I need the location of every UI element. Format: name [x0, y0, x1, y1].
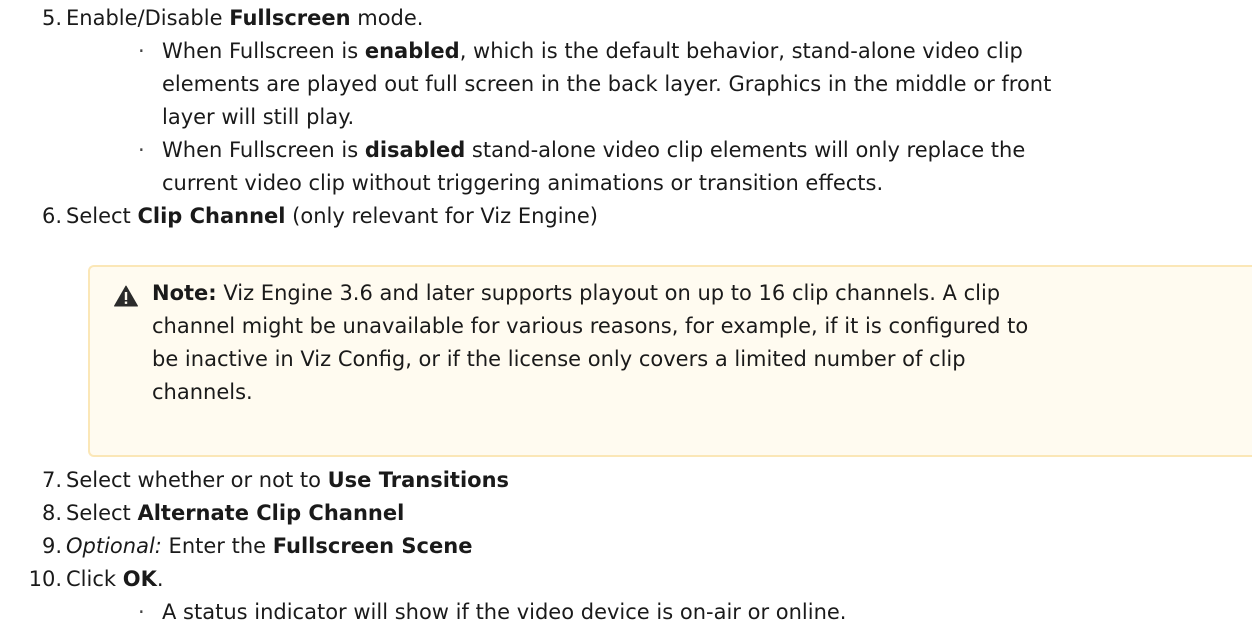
step-5-text: Enable/Disable Fullscreen mode. — [66, 2, 423, 35]
note-text-part: Viz Engine 3.6 and later supports playou… — [216, 281, 1001, 305]
step-number: 8. — [41, 501, 62, 525]
bullet-marker: · — [138, 39, 145, 63]
step-text: Click — [66, 567, 123, 591]
step-keyword: Use Transitions — [327, 468, 510, 492]
bullet-text: When Fullscreen is enabled, which is the… — [162, 35, 1023, 68]
step-7-text: Select whether or not to Use Transitions — [66, 464, 509, 497]
bullet-text: layer will still play. — [162, 105, 355, 129]
bullet-text-part: , which is the default behavior, stand-a… — [459, 39, 1023, 63]
bullet-text-part: When Fullscreen is — [162, 138, 365, 162]
step-number: 6. — [41, 204, 62, 228]
step-number: 10. — [28, 567, 62, 591]
step-6-text: Select Clip Channel (only relevant for V… — [66, 200, 598, 233]
bullet-text-part: When Fullscreen is — [162, 39, 365, 63]
step-text: Select — [66, 204, 138, 228]
step-8-text: Select Alternate Clip Channel — [66, 497, 404, 530]
step-text: . — [156, 567, 164, 591]
step-keyword: OK — [122, 567, 157, 591]
step-9-text: Optional: Enter the Fullscreen Scene — [66, 530, 472, 563]
step-10-text: Click OK. — [66, 563, 164, 596]
bullet-marker: · — [138, 600, 145, 624]
note-text: channels. — [152, 380, 253, 404]
step-keyword: Clip Channel — [137, 204, 286, 228]
step-keyword: Fullscreen Scene — [272, 534, 473, 558]
step-text: (only relevant for Viz Engine) — [285, 204, 598, 228]
note-text: be inactive in Viz Config, or if the lic… — [152, 347, 966, 371]
step-text: mode. — [350, 6, 424, 30]
note-text: Note: Viz Engine 3.6 and later supports … — [152, 277, 1000, 310]
bullet-text: elements are played out full screen in t… — [162, 72, 1052, 96]
note-box: Note: Viz Engine 3.6 and later supports … — [88, 265, 1252, 457]
step-number: 7. — [41, 468, 62, 492]
step-optional-label: Optional: — [66, 534, 162, 558]
bullet-text: current video clip without triggering an… — [162, 171, 884, 195]
warning-icon — [114, 285, 138, 307]
step-keyword: Fullscreen — [229, 6, 351, 30]
step-text: Select whether or not to — [66, 468, 328, 492]
step-number: 9. — [41, 534, 62, 558]
step-keyword: Alternate Clip Channel — [137, 501, 405, 525]
step-text: Enter the — [161, 534, 273, 558]
bullet-text-part: stand-alone video clip elements will onl… — [465, 138, 1026, 162]
bullet-text: When Fullscreen is disabled stand-alone … — [162, 134, 1025, 167]
note-text: channel might be unavailable for various… — [152, 314, 1029, 338]
bullet-keyword: disabled — [364, 138, 466, 162]
bullet-text: A status indicator will show if the vide… — [162, 600, 847, 624]
step-text: Enable/Disable — [66, 6, 230, 30]
bullet-marker: · — [138, 138, 145, 162]
bullet-keyword: enabled — [364, 39, 460, 63]
step-text: Select — [66, 501, 138, 525]
step-number: 5. — [41, 6, 62, 30]
note-label: Note: — [152, 281, 217, 305]
